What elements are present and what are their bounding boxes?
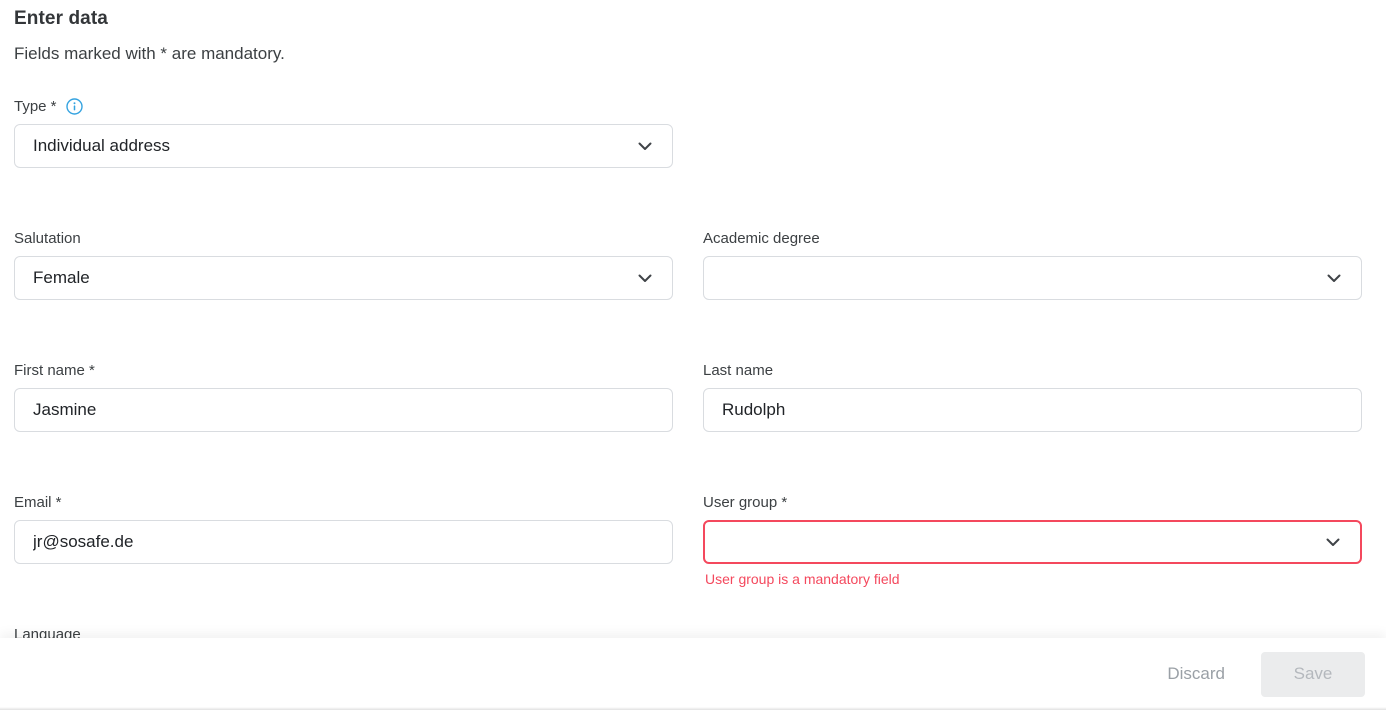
discard-button[interactable]: Discard [1163,656,1229,692]
user-group-select[interactable] [703,520,1362,564]
chevron-down-icon [1324,533,1342,551]
type-label: Type * [14,96,673,116]
last-name-label: Last name [703,360,1362,380]
first-name-input[interactable] [14,388,673,432]
email-input[interactable] [14,520,673,564]
salutation-select[interactable]: Female [14,256,673,300]
save-button[interactable]: Save [1261,652,1365,697]
info-icon[interactable] [66,98,83,115]
type-select-value: Individual address [33,136,170,156]
last-name-input[interactable] [703,388,1362,432]
user-group-label: User group * [703,492,1362,512]
salutation-select-value: Female [33,268,90,288]
email-label: Email * [14,492,673,512]
first-name-label: First name * [14,360,673,380]
academic-degree-label: Academic degree [703,228,1362,248]
enter-data-form: Enter data Fields marked with * are mand… [0,0,1386,710]
chevron-down-icon [636,137,654,155]
salutation-label: Salutation [14,228,673,248]
chevron-down-icon [636,269,654,287]
mandatory-fields-note: Fields marked with * are mandatory. [14,44,1362,64]
form-action-bar: Discard Save [0,638,1386,710]
chevron-down-icon [1325,269,1343,287]
academic-degree-select[interactable] [703,256,1362,300]
user-group-error-message: User group is a mandatory field [705,571,900,587]
type-select[interactable]: Individual address [14,124,673,168]
page-title: Enter data [14,8,1362,30]
